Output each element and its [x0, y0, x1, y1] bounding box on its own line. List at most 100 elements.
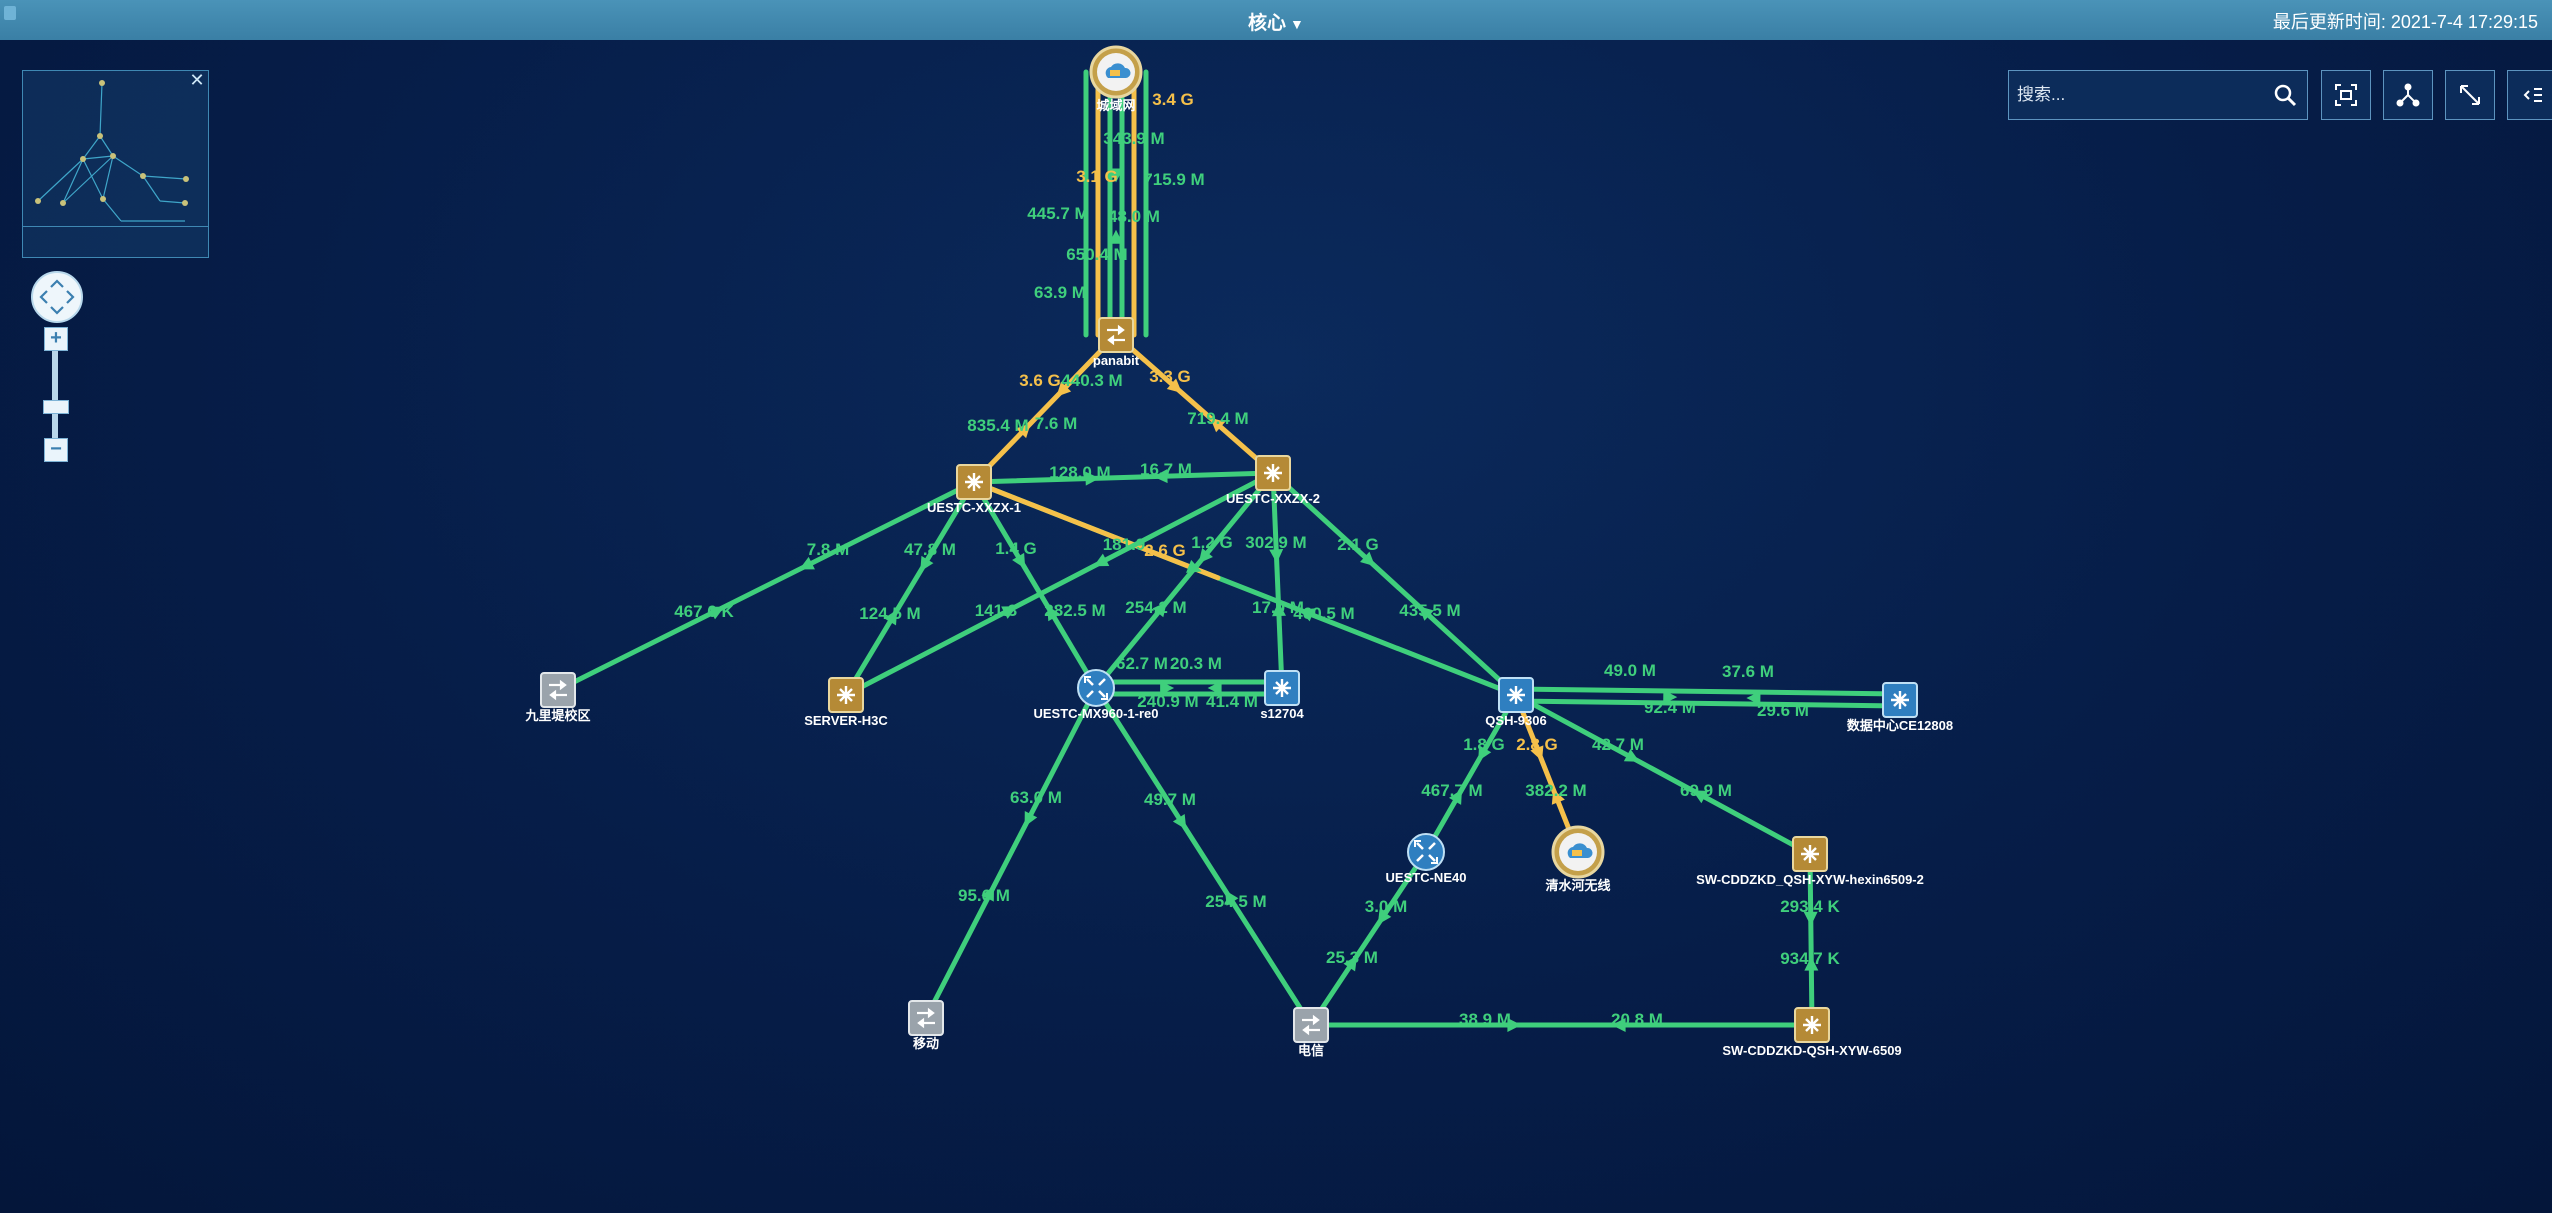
link-traffic-label: 3.4 G	[1152, 90, 1194, 109]
link-traffic-label: 435.5 M	[1399, 601, 1460, 620]
link-traffic-label: 2.6 G	[1144, 541, 1186, 560]
node-x1[interactable]: UESTC-XXZX-1	[927, 464, 1021, 515]
zoom-in-icon[interactable]: +	[44, 327, 68, 351]
link-x1-x2[interactable]	[971, 470, 1276, 485]
link-traffic-label: 3.0 M	[1365, 897, 1408, 916]
search-box	[2008, 70, 2308, 120]
link-qsh-ce[interactable]	[1513, 698, 1903, 709]
link-traffic-label: 49.0 M	[1604, 661, 1656, 680]
minimap[interactable]: ✕	[22, 70, 209, 258]
link-mx-dx[interactable]	[1093, 685, 1314, 1028]
link-traffic-label: 124.5 M	[859, 604, 920, 623]
fullscreen-icon[interactable]	[2445, 70, 2495, 120]
link-traffic-label: 1.8 G	[1463, 735, 1505, 754]
link-traffic-label: 2.8 G	[1516, 735, 1558, 754]
links-layer	[555, 69, 1903, 1032]
node-label: UESTC-XXZX-1	[927, 500, 1021, 515]
node-label: 电信	[1298, 1043, 1324, 1058]
link-mx-yd[interactable]	[923, 685, 1099, 1021]
link-traffic-label: 47.8 M	[904, 540, 956, 559]
pan-control-icon[interactable]	[31, 271, 83, 323]
topology-canvas[interactable]: 3.4 G 343.9 M 715.9 M 3.1 G 445.7 M 48.0 M 650…	[0, 0, 2552, 1213]
link-traffic-label: 440.3 M	[1061, 371, 1122, 390]
link-traffic-label: 128.0 M	[1049, 463, 1110, 482]
link-traffic-label: 37.6 M	[1722, 662, 1774, 681]
link-traffic-label: 48.0 M	[1108, 207, 1160, 226]
node-h3c[interactable]: SERVER-H3C	[804, 677, 888, 728]
link-traffic-label: 382.2 M	[1525, 781, 1586, 800]
link-traffic-label: 41.4 M	[1206, 692, 1258, 711]
node-sw[interactable]: SW-CDDZKD-QSH-XYW-6509	[1722, 1007, 1902, 1058]
layout-icon[interactable]	[2383, 70, 2433, 120]
link-traffic-label: 650.4 M	[1066, 245, 1127, 264]
link-traffic-label: 16.7 M	[1140, 460, 1192, 479]
link-traffic-label: 3.3 G	[1149, 367, 1191, 386]
node-label: 数据中心CE12808	[1847, 718, 1953, 733]
node-sw2[interactable]: SW-CDDZKD_QSH-XYW-hexin6509-2	[1696, 836, 1924, 887]
link-traffic-label: 38.9 M	[1459, 1010, 1511, 1029]
node-label: SW-CDDZKD_QSH-XYW-hexin6509-2	[1696, 872, 1924, 887]
node-label: 清水河无线	[1545, 878, 1610, 893]
zoom-track[interactable]	[52, 338, 58, 448]
link-traffic-label: 49.7 M	[1144, 790, 1196, 809]
node-label: s12704	[1260, 706, 1304, 721]
link-traffic-label: 92.4 M	[1644, 698, 1696, 717]
link-traffic-label: 63.9 M	[1034, 283, 1086, 302]
link-traffic-label: 42.7 M	[1592, 735, 1644, 754]
link-traffic-label: 1.4 G	[995, 539, 1037, 558]
link-traffic-label: 715.9 M	[1143, 170, 1204, 189]
link-traffic-label: 1.2 G	[1191, 533, 1233, 552]
link-traffic-label: 254.2 M	[1125, 598, 1186, 617]
link-traffic-label: 95.6 M	[958, 886, 1010, 905]
link-traffic-label: 181.9	[1103, 535, 1146, 554]
node-label: SERVER-H3C	[804, 713, 888, 728]
node-panabit[interactable]: panabit	[1093, 317, 1140, 368]
link-traffic-label: 141.3	[975, 601, 1018, 620]
link-direction-arrow	[799, 556, 815, 570]
node-label: 九里堤校区	[524, 708, 590, 723]
fit-view-icon[interactable]	[2321, 70, 2371, 120]
node-label: QSH-9306	[1485, 713, 1546, 728]
node-label: 移动	[913, 1036, 939, 1051]
link-traffic-label: 69.9 M	[1680, 781, 1732, 800]
link-labels-layer: 3.4 G 343.9 M 715.9 M 3.1 G 445.7 M 48.0 M 650…	[674, 90, 1840, 1029]
node-gw[interactable]: 城域网	[1089, 45, 1143, 113]
node-label: 城域网	[1096, 98, 1135, 113]
node-s12704[interactable]: s12704	[1260, 670, 1304, 721]
link-traffic-label: 62.7 M	[1116, 654, 1168, 673]
node-label: UESTC-NE40	[1386, 870, 1467, 885]
link-traffic-label: 719.4 M	[1187, 409, 1248, 428]
link-traffic-label: 445.7 M	[1027, 204, 1088, 223]
minimap-preview	[35, 80, 189, 222]
search-input[interactable]	[2009, 71, 2269, 119]
search-icon[interactable]	[2273, 83, 2297, 107]
link-traffic-label: 934.7 K	[1780, 949, 1840, 968]
link-x2-qsh[interactable]	[1270, 470, 1519, 698]
zoom-out-icon[interactable]: −	[44, 438, 68, 462]
node-x2[interactable]: UESTC-XXZX-2	[1226, 455, 1320, 506]
link-traffic-label: 29.6 M	[1757, 701, 1809, 720]
zoom-slider-thumb[interactable]	[43, 400, 69, 414]
minimap-close-icon[interactable]: ✕	[188, 71, 206, 89]
node-label: UESTC-MX960-1-re0	[1034, 706, 1159, 721]
link-qsh-ce[interactable]	[1513, 686, 1903, 697]
node-dx[interactable]: 电信	[1293, 1007, 1329, 1058]
node-qsw[interactable]: 清水河无线	[1545, 825, 1611, 893]
link-direction-arrow	[1024, 810, 1038, 827]
link-traffic-label: 302.9 M	[1245, 533, 1306, 552]
node-ne40[interactable]: UESTC-NE40	[1386, 833, 1467, 885]
link-traffic-label: 467.6 K	[674, 602, 734, 621]
link-traffic-label: 7.8 M	[807, 540, 850, 559]
link-panabit-x2[interactable]	[1113, 332, 1276, 476]
node-label: SW-CDDZKD-QSH-XYW-6509	[1722, 1043, 1901, 1058]
link-traffic-label: 63.0 M	[1010, 788, 1062, 807]
link-traffic-label: 343.9 M	[1103, 129, 1164, 148]
node-yd[interactable]: 移动	[908, 1000, 944, 1051]
link-traffic-label: 20.3 M	[1170, 654, 1222, 673]
node-label: UESTC-XXZX-2	[1226, 491, 1320, 506]
link-traffic-label: 2.1 G	[1337, 535, 1379, 554]
panel-toggle-icon[interactable]	[2507, 70, 2552, 120]
link-traffic-label: 282.5 M	[1044, 601, 1105, 620]
link-traffic-label: 17.0 M	[1252, 598, 1304, 617]
link-traffic-label: 7.6 M	[1035, 414, 1078, 433]
